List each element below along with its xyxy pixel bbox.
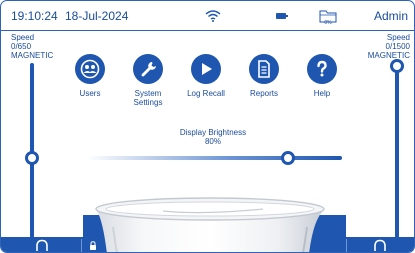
headphone-icon[interactable] bbox=[35, 239, 49, 253]
device-screen: 19:10:24 18-Jul-2024 0% Admin Speed 0/65… bbox=[0, 0, 415, 253]
users-label: Users bbox=[79, 89, 101, 98]
clock-time: 19:10:24 bbox=[11, 9, 58, 23]
speed-left-value: 0/650 bbox=[11, 42, 32, 51]
speed-right-readout: Speed 0/1500 MAGNETIC bbox=[368, 33, 410, 60]
play-icon bbox=[191, 54, 221, 84]
arc-icon[interactable] bbox=[373, 239, 387, 253]
brightness-value: 80% bbox=[204, 137, 221, 146]
users-icon bbox=[75, 54, 105, 84]
brightness-slider-track[interactable] bbox=[87, 156, 342, 160]
clock-date: 18-Jul-2024 bbox=[65, 9, 129, 23]
speed-left-mode: MAGNETIC bbox=[11, 51, 54, 60]
reports-button[interactable]: Reports bbox=[235, 54, 293, 98]
beaker-illustration bbox=[95, 197, 325, 252]
speed-right-slider-track[interactable] bbox=[395, 63, 399, 238]
brightness-readout: Display Brightness 80% bbox=[159, 128, 267, 146]
brightness-slider-handle[interactable] bbox=[281, 151, 295, 165]
help-label: Help bbox=[313, 89, 331, 98]
speed-left-readout: Speed 0/650 MAGNETIC bbox=[11, 33, 53, 60]
document-icon bbox=[249, 54, 279, 84]
system-settings-label-line1: System bbox=[134, 89, 162, 98]
question-icon bbox=[307, 54, 337, 84]
speed-right-slider-handle[interactable] bbox=[390, 59, 404, 73]
brightness-title: Display Brightness bbox=[179, 128, 247, 137]
system-settings-button[interactable]: System Settings bbox=[119, 54, 177, 107]
log-recall-label: Log Recall bbox=[187, 89, 225, 98]
status-bar: 19:10:24 18-Jul-2024 0% Admin bbox=[1, 1, 414, 31]
bottom-divider-right bbox=[346, 239, 347, 252]
reports-label: Reports bbox=[249, 89, 278, 98]
battery-icon bbox=[276, 13, 288, 19]
bottom-divider-left bbox=[81, 239, 82, 252]
wrench-icon bbox=[133, 54, 163, 84]
speed-right-mode: MAGNETIC bbox=[367, 51, 410, 60]
users-button[interactable]: Users bbox=[61, 54, 119, 98]
speed-right-title: Speed bbox=[386, 33, 410, 42]
speed-left-title: Speed bbox=[11, 33, 35, 42]
help-button[interactable]: Help bbox=[293, 54, 351, 98]
system-settings-label: System Settings bbox=[119, 89, 177, 107]
speed-right-value: 0/1500 bbox=[385, 42, 410, 51]
storage-percent: 0% bbox=[324, 20, 332, 26]
current-user[interactable]: Admin bbox=[374, 9, 408, 23]
speed-left-slider-handle[interactable] bbox=[25, 151, 39, 165]
wifi-icon bbox=[205, 10, 221, 22]
log-recall-button[interactable]: Log Recall bbox=[177, 54, 235, 98]
system-settings-label-line2: Settings bbox=[133, 98, 163, 107]
